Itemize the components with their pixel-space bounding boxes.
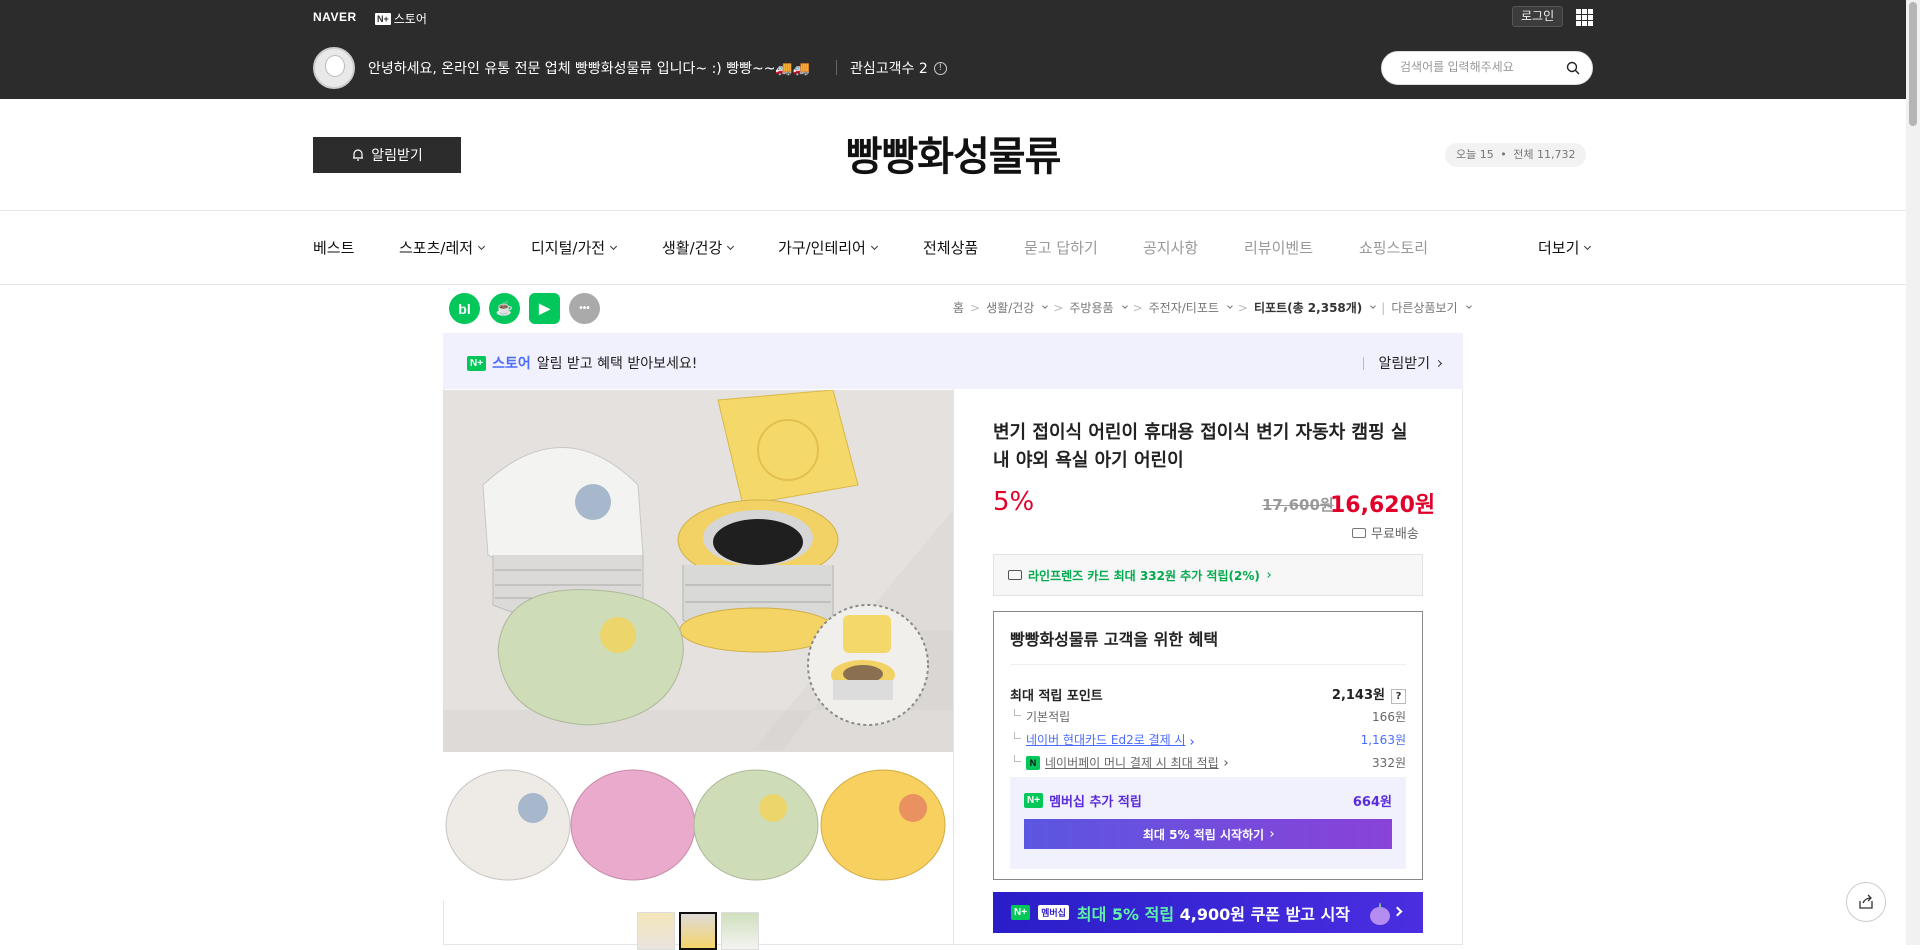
crumb-category-3[interactable]: 주전자/티포트 [1149, 299, 1219, 316]
promo-text: 최대 5% 적립 4,900원 쿠폰 받고 시작 [1076, 904, 1351, 924]
banner-notify-button[interactable]: 알림받기 [1363, 353, 1443, 373]
banner-text: 알림 받고 혜택 받아보세요! [536, 356, 698, 372]
store-name[interactable]: 빵빵화성물류 [0, 124, 1906, 182]
search-icon[interactable] [1566, 61, 1580, 75]
nav-item-all-products[interactable]: 전체상품 [923, 237, 978, 258]
nplus-badge: N+ [1011, 905, 1031, 920]
shipping-label: 무료배송 [1371, 527, 1419, 542]
nplus-store-logo[interactable]: N+ 스토어 [375, 10, 427, 27]
fans-label: 관심고객수 2 [850, 61, 928, 77]
credit-card-icon [1008, 570, 1022, 580]
crumb-category-4[interactable]: 티포트(총 2,358개) [1254, 299, 1362, 316]
help-icon[interactable]: ? [1391, 689, 1406, 704]
crumb-home[interactable]: 홈 [953, 299, 964, 316]
discount-rate: 5% [993, 487, 1035, 517]
shipping-info: 무료배송 [1352, 523, 1419, 542]
benefit-row: 네이버 현대카드 Ed2로 결제 시 1,163원 [1010, 731, 1406, 748]
nplus-badge: N+ [1024, 793, 1044, 808]
npay-money-link[interactable]: 네이버페이 머니 결제 시 최대 적립 [1045, 754, 1219, 771]
banner-store-label: 스토어 [492, 356, 531, 372]
visitors-total: 전체 11,732 [1513, 148, 1576, 161]
store-top-bar: NAVER N+ 스토어 로그인 안녕하세요, 온라인 유통 전문 업체 빵빵화… [0, 0, 1906, 99]
membership-box: N+ 멤버십 추가 적립 664원 최대 5% 적립 시작하기 [1010, 777, 1406, 869]
scrollbar-thumb[interactable] [1909, 2, 1917, 126]
blog-share-icon[interactable]: bl [449, 293, 480, 324]
divider [836, 60, 837, 75]
more-share-icon[interactable]: ••• [569, 293, 600, 324]
nav-item-sports[interactable]: 스포츠/레저 [399, 237, 486, 258]
breadcrumb: 홈 > 생활/건강 > 주방용품 > 주전자/티포트 > 티포트(총 2,358개) | … [953, 299, 1472, 316]
sale-price: 16,620원 [1330, 493, 1436, 518]
info-icon[interactable]: ! [933, 61, 947, 75]
search-input[interactable] [1400, 60, 1560, 74]
product-title: 변기 접이식 어린이 휴대용 접이식 변기 자동차 캠핑 실내 야외 욕실 아기… [993, 422, 1408, 471]
nav-item-living[interactable]: 생활/건강 [662, 237, 735, 258]
card-benefit-link[interactable]: 라인프렌즈 카드 최대 332원 추가 적립(2%) [993, 554, 1423, 596]
store-notify-banner: N+ 스토어 알림 받고 혜택 받아보세요! 알림받기 [443, 333, 1463, 389]
card-benefit-text: 라인프렌즈 카드 최대 332원 추가 적립(2%) [1028, 568, 1260, 583]
max-points-label: 최대 적립 포인트 [1010, 688, 1103, 704]
membership-value: 664원 [1352, 795, 1392, 810]
membership-promo-banner[interactable]: N+ 멤버십 최대 5% 적립 4,900원 쿠폰 받고 시작 [993, 892, 1423, 933]
seller-avatar[interactable] [313, 47, 355, 89]
fans-count[interactable]: 관심고객수 2 ! [850, 58, 947, 78]
other-products-link[interactable]: 다른상품보기 [1391, 299, 1457, 316]
membership-tag: 멤버십 [1038, 905, 1069, 920]
scrollbar[interactable] [1906, 0, 1920, 945]
nav-item-review-event[interactable]: 리뷰이벤트 [1244, 237, 1313, 258]
truck-icon [1352, 527, 1366, 538]
thumbnail[interactable] [637, 912, 675, 950]
nplus-store-label: 스토어 [393, 12, 427, 26]
search-box [1381, 51, 1593, 85]
grid-icon[interactable] [1576, 9, 1593, 26]
login-button[interactable]: 로그인 [1512, 6, 1564, 27]
max-points-value: 2,143원 [1331, 688, 1385, 703]
benefit-title: 빵빵화성물류 고객을 위한 혜택 [1010, 630, 1219, 649]
crumb-category-2[interactable]: 주방용품 [1069, 299, 1113, 316]
thumbnail-selected[interactable] [679, 912, 717, 950]
nplus-badge: N+ [467, 355, 487, 371]
naver-logo[interactable]: NAVER [313, 10, 357, 24]
nav-more-button[interactable]: 더보기 [1538, 237, 1592, 258]
cafe-share-icon[interactable]: ☕ [489, 293, 520, 324]
share-icon[interactable] [1846, 882, 1886, 922]
visitors-today: 오늘 15 [1456, 148, 1494, 161]
npay-icon: N [1026, 755, 1040, 770]
membership-label: 멤버십 추가 적립 [1049, 795, 1142, 810]
customer-benefit-box: 빵빵화성물류 고객을 위한 혜택 최대 적립 포인트 2,143원? 기본적립 … [993, 611, 1423, 880]
chevron-right-icon [1434, 359, 1443, 367]
divider [0, 210, 1906, 211]
benefit-row: N 네이버페이 머니 결제 시 최대 적립 332원 [1010, 754, 1406, 771]
divider [953, 389, 954, 945]
onion-icon [1370, 901, 1391, 925]
membership-start-button[interactable]: 최대 5% 적립 시작하기 [1024, 819, 1392, 849]
crumb-category-1[interactable]: 생활/건강 [986, 299, 1034, 316]
bookmark-share-icon[interactable]: ▶ [529, 293, 560, 324]
hyundai-card-link[interactable]: 네이버 현대카드 Ed2로 결제 시 [1026, 733, 1186, 747]
chevron-right-icon [1265, 572, 1271, 578]
nav-item-best[interactable]: 베스트 [313, 237, 354, 258]
nav-item-notice[interactable]: 공지사항 [1143, 237, 1198, 258]
thumbnail-strip [637, 912, 759, 950]
seller-message: 안녕하세요, 온라인 유통 전문 업체 빵빵화성물류 입니다~ :) 빵빵~~🚚… [368, 61, 811, 77]
divider [0, 284, 1906, 285]
nav-item-digital[interactable]: 디지털/가전 [531, 237, 618, 258]
product-main-image[interactable] [443, 390, 953, 900]
divider [1010, 664, 1406, 665]
nav-item-shopping-story[interactable]: 쇼핑스토리 [1359, 237, 1428, 258]
nav-item-qna[interactable]: 묻고 답하기 [1024, 237, 1098, 258]
max-points-row: 최대 적립 포인트 2,143원? [1010, 684, 1406, 704]
visitor-count: 오늘 15 • 전체 11,732 [1445, 143, 1587, 167]
benefit-row: 기본적립 166원 [1010, 708, 1406, 725]
nplus-badge: N+ [375, 12, 391, 25]
nav-item-furniture[interactable]: 가구/인테리어 [778, 237, 878, 258]
original-price: 17,600원 [1262, 496, 1334, 514]
thumbnail[interactable] [721, 912, 759, 950]
